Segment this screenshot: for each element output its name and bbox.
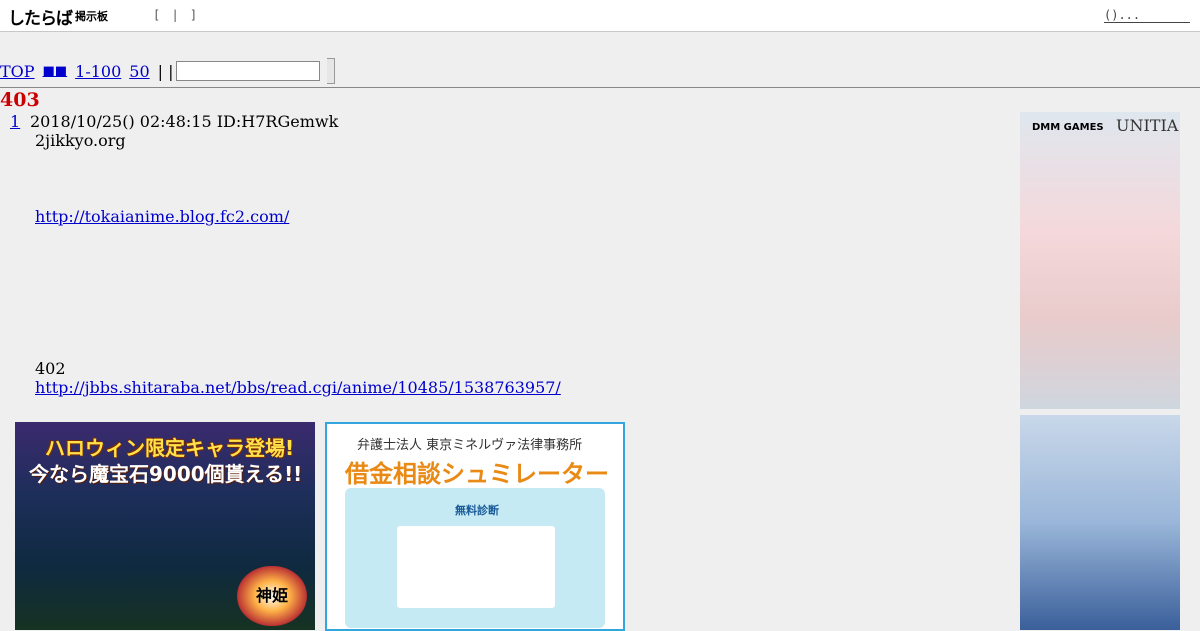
nav-top-link[interactable]: TOP (0, 62, 35, 81)
ad-image-bottom (1020, 415, 1180, 630)
post-number-link[interactable]: 1 (10, 112, 20, 131)
search-input[interactable] (175, 61, 320, 81)
top-links: [ | ] (153, 8, 200, 22)
post-link[interactable]: http://jbbs.shitaraba.net/bbs/read.cgi/a… (35, 378, 561, 397)
ad-banner-game[interactable]: ハロウィン限定キャラ登場! 今なら魔宝石9000個貰える!! 神姫 (15, 422, 315, 630)
ad-image-top: DMM GAMES UNITIA (1020, 112, 1180, 409)
nav-range-1-100[interactable]: 1-100 (75, 62, 121, 81)
ad-logo: 神姫 (237, 566, 307, 626)
ad-banner-law[interactable]: 弁護士法人 東京ミネルヴァ法律事務所 借金相談シュミレーター 無料診断 (325, 422, 625, 631)
nav-range-50[interactable]: 50 (129, 62, 149, 81)
ad-firm-name: 弁護士法人 東京ミネルヴァ法律事務所 (357, 438, 583, 453)
post-line: 402 (35, 359, 66, 378)
post-line: 2jikkyo.org (35, 131, 126, 150)
ad-brand: DMM GAMES (1032, 122, 1104, 133)
search-button[interactable] (326, 58, 335, 84)
logo-text: したらば (8, 8, 73, 29)
ad-form-image (397, 526, 555, 608)
top-bar: したらば 掲示板 [ | ] ()... (0, 0, 1200, 32)
logo-subtext: 掲示板 (75, 10, 108, 23)
thread-nav: TOP ■■ 1-100 50 | | (0, 58, 335, 84)
post-meta: 2018/10/25() 02:48:15 ID:H7RGemwk (30, 112, 339, 131)
top-right-link[interactable]: ()... (1104, 8, 1190, 23)
ad-brand-logo: UNITIA (1116, 116, 1179, 135)
site-logo[interactable]: したらば 掲示板 (8, 6, 108, 29)
post-body: 2jikkyo.org http://tokaianime.blog.fc2.c… (35, 131, 935, 397)
ad-caption: ハロウィン限定キャラ登場! (45, 436, 295, 460)
post-link[interactable]: http://tokaianime.blog.fc2.com/ (35, 207, 289, 226)
ad-caption: 今なら魔宝石9000個貰える!! (29, 462, 303, 486)
ad-badge: 無料診断 (455, 504, 499, 517)
ad-panel: 無料診断 (345, 488, 605, 628)
ad-headline: 借金相談シュミレーター (345, 460, 609, 488)
nav-separators: | | (157, 61, 174, 81)
nav-board-link[interactable]: ■■ (43, 64, 68, 79)
divider (0, 87, 1200, 88)
thread-title: 403 (0, 89, 40, 111)
ad-banner-side[interactable]: DMM GAMES UNITIA (1020, 112, 1180, 630)
